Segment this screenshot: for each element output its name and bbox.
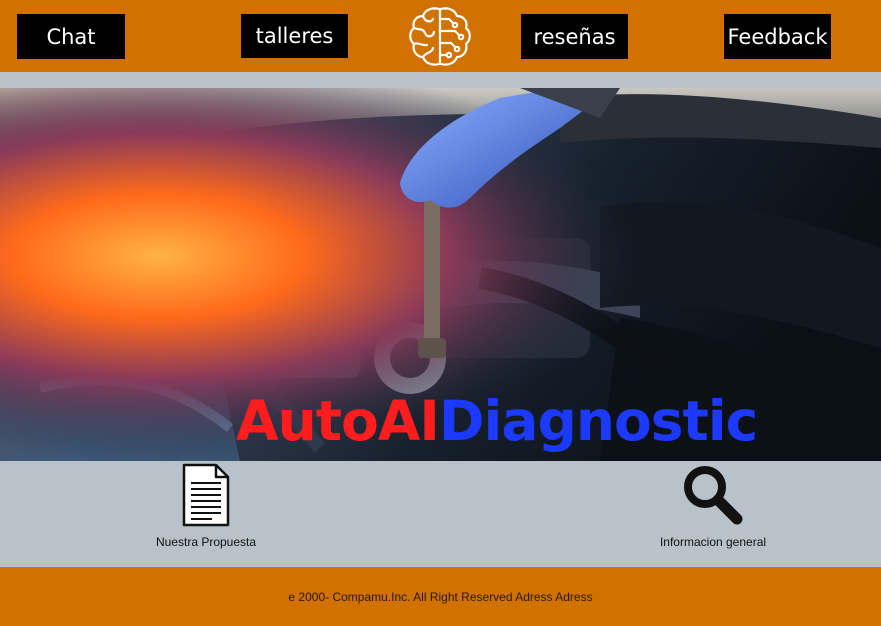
hero-title-autoai: AutoAI xyxy=(236,389,440,453)
magnifier-icon xyxy=(684,466,743,525)
document-icon xyxy=(182,463,230,527)
feedback-button[interactable]: Feedback xyxy=(724,14,831,59)
features-section: Nuestra Propuesta Informacion general xyxy=(0,461,881,567)
resenas-button[interactable]: reseñas xyxy=(521,14,628,59)
informacion-general-label: Informacion general xyxy=(659,535,767,549)
footer: e 2000- Compamu.Inc. All Right Reserved … xyxy=(0,567,881,626)
top-navigation-bar: Chat talleres reseñas Feedback xyxy=(0,0,881,72)
talleres-button[interactable]: talleres xyxy=(241,14,348,58)
chat-button[interactable]: Chat xyxy=(17,14,125,59)
informacion-general-link[interactable]: Informacion general xyxy=(640,463,786,549)
hero-banner: AutoAIDiagnostic xyxy=(0,88,881,461)
divider-strip xyxy=(0,72,881,88)
nuestra-propuesta-link[interactable]: Nuestra Propuesta xyxy=(140,463,272,549)
nuestra-propuesta-label: Nuestra Propuesta xyxy=(155,535,257,549)
hero-title-diagnostic: Diagnostic xyxy=(438,389,758,453)
hero-title: AutoAIDiagnostic xyxy=(236,394,758,449)
brain-circuit-icon[interactable] xyxy=(405,5,475,69)
footer-copyright: e 2000- Compamu.Inc. All Right Reserved … xyxy=(288,589,593,604)
